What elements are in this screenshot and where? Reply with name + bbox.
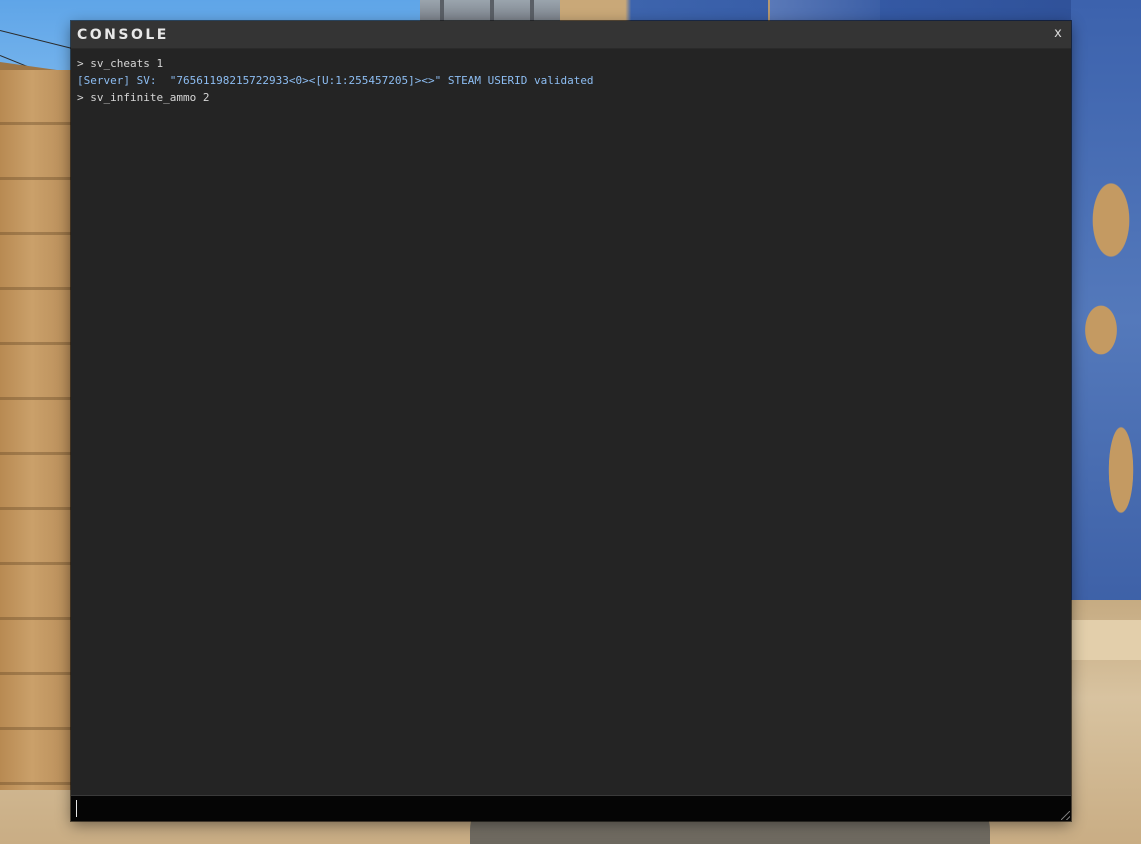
console-titlebar[interactable]: CONSOLE x <box>71 21 1071 49</box>
console-input[interactable] <box>75 799 1055 818</box>
console-input-bar <box>71 795 1071 821</box>
scaffold-post <box>490 0 494 22</box>
console-line-command: > sv_infinite_ammo 2 <box>77 91 210 104</box>
scaffold-post <box>440 0 444 22</box>
sandstone-wall <box>0 70 80 790</box>
console-window[interactable]: CONSOLE x > sv_cheats 1 [Server] SV: "76… <box>71 21 1071 821</box>
console-log[interactable]: > sv_cheats 1 [Server] SV: "765611982157… <box>77 55 1063 791</box>
console-line-command: > sv_cheats 1 <box>77 57 164 70</box>
scaffold-structure <box>420 0 560 22</box>
weathered-plaster-wall <box>1071 0 1141 640</box>
console-line-server-message: [Server] SV: "76561198215722933<0><[U:1:… <box>77 74 594 87</box>
text-caret <box>76 800 77 817</box>
scaffold-post <box>530 0 534 22</box>
close-button[interactable]: x <box>1045 21 1071 49</box>
resize-grip-icon[interactable] <box>1061 811 1070 820</box>
console-title: CONSOLE <box>77 27 169 43</box>
